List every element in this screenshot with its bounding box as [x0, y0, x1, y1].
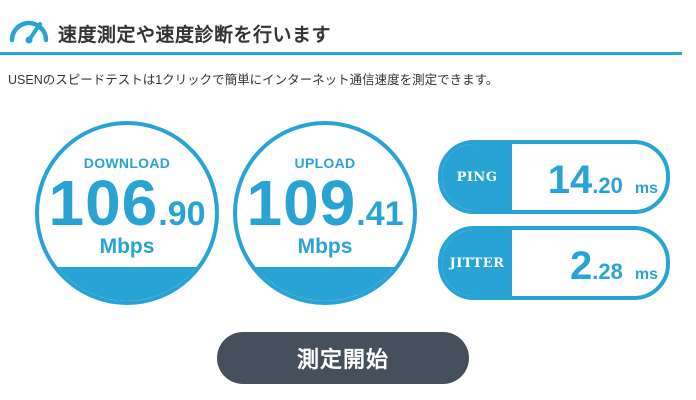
ping-value-integer: 14: [547, 158, 593, 202]
ping-value-decimal: .20: [592, 173, 623, 198]
header-divider: [0, 52, 682, 55]
speedometer-icon: [9, 20, 49, 44]
start-measurement-button[interactable]: 測定開始: [217, 332, 469, 384]
ping-label: PING: [442, 144, 512, 210]
ping-value: 14.20 ms: [548, 144, 658, 210]
download-unit: Mbps: [99, 235, 155, 258]
jitter-value: 2.28 ms: [570, 230, 658, 296]
jitter-value-integer: 2: [570, 244, 593, 288]
ping-result: PING 14.20 ms: [438, 140, 670, 214]
page-description: USENのスピードテストは1クリックで簡単にインターネット通信速度を測定できます…: [8, 73, 499, 87]
page-title: 速度測定や速度診断を行います: [58, 25, 332, 46]
upload-unit: Mbps: [297, 235, 353, 258]
jitter-unit: ms: [634, 266, 658, 283]
download-meter-fill: [39, 267, 215, 301]
upload-meter: UPLOAD 109.41 Mbps: [233, 121, 417, 305]
page-header: 速度測定や速度診断を行います: [0, 0, 696, 56]
upload-value: 109.41: [237, 171, 413, 235]
download-meter: DOWNLOAD 106.90 Mbps: [35, 121, 219, 305]
download-value-integer: 106: [48, 167, 159, 239]
jitter-label: JITTER: [442, 230, 512, 296]
download-value: 106.90: [39, 171, 215, 235]
upload-value-decimal: .41: [356, 195, 404, 233]
jitter-value-decimal: .28: [592, 259, 623, 284]
upload-meter-fill: [237, 267, 413, 301]
download-value-decimal: .90: [158, 195, 206, 233]
jitter-result: JITTER 2.28 ms: [438, 226, 670, 300]
upload-value-integer: 109: [246, 167, 357, 239]
ping-unit: ms: [634, 180, 658, 197]
